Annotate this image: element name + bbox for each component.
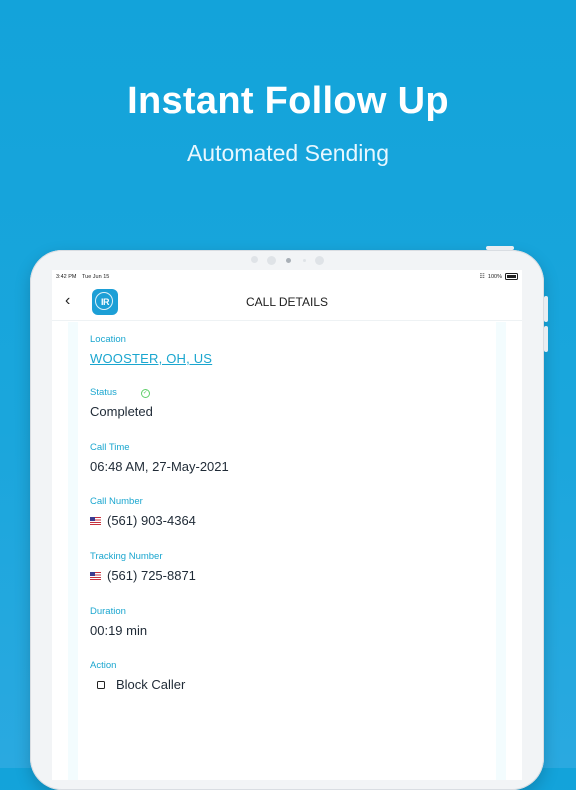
- location-link[interactable]: WOOSTER, OH, US: [90, 351, 212, 366]
- call-number-value: (561) 903-4364: [107, 513, 196, 528]
- sensor-icon: [315, 256, 324, 265]
- location-field: Location WOOSTER, OH, US: [90, 334, 212, 366]
- nav-bar: ‹ IR CALL DETAILS: [52, 284, 522, 321]
- call-number-field: Call Number (561) 903-4364: [90, 496, 196, 528]
- action-label: Action: [90, 660, 117, 671]
- status-bar: 3:42 PM Tue Jun 15 ☷ 100%: [52, 270, 522, 284]
- status-field: Status ✓ Completed: [90, 387, 153, 419]
- tracking-number-value: (561) 725-8871: [107, 568, 196, 583]
- battery-percent: 100%: [487, 273, 502, 280]
- location-label: Location: [90, 334, 126, 345]
- call-time-label: Call Time: [90, 442, 130, 453]
- hero-subtitle: Automated Sending: [186, 140, 390, 166]
- check-circle-icon: ✓: [140, 389, 150, 398]
- wifi-icon: ☷: [479, 274, 485, 280]
- call-number-row: (561) 903-4364: [90, 513, 196, 528]
- call-time-value: 06:48 AM, 27-May-2021: [90, 459, 229, 474]
- call-number-label: Call Number: [90, 496, 143, 507]
- block-caller-checkbox[interactable]: [97, 680, 105, 689]
- location-value: WOOSTER, OH, US: [90, 351, 212, 366]
- hero-title: Instant Follow Up: [127, 80, 449, 122]
- sensor-icon: [267, 256, 276, 265]
- tracking-number-row: (561) 725-8871: [90, 568, 196, 583]
- tracking-number-label: Tracking Number: [90, 551, 163, 562]
- tablet-top-button: [486, 246, 514, 250]
- status-value: Completed: [90, 404, 153, 419]
- tracking-number-field: Tracking Number (561) 725-8871: [90, 551, 196, 583]
- call-time-field: Call Time 06:48 AM, 27-May-2021: [90, 442, 229, 474]
- camera-row: [0, 256, 576, 266]
- status-time: 3:42 PM: [56, 274, 77, 280]
- action-field: Action Block Caller: [90, 660, 185, 692]
- tablet-volume-down-button: [544, 326, 548, 352]
- status-label: Status: [90, 387, 117, 398]
- block-caller-label[interactable]: Block Caller: [116, 677, 185, 692]
- status-right: ☷ 100%: [480, 273, 518, 280]
- status-label-row: Status ✓: [90, 387, 153, 398]
- us-flag-icon: [90, 571, 101, 580]
- page-title: CALL DETAILS: [245, 295, 329, 309]
- duration-value: 00:19 min: [90, 623, 148, 638]
- tablet-volume-up-button: [544, 296, 548, 322]
- status-date: Tue Jun 15: [82, 274, 110, 280]
- battery-icon: [505, 273, 518, 280]
- camera-icon: [286, 258, 291, 263]
- device-screen: 3:42 PM Tue Jun 15 ☷ 100% ‹ IR CALL DETA…: [52, 270, 522, 780]
- sensor-icon: [303, 259, 306, 262]
- duration-field: Duration 00:19 min: [90, 606, 147, 638]
- us-flag-icon: [90, 516, 101, 525]
- sensor-icon: [251, 256, 258, 263]
- block-caller-row[interactable]: Block Caller: [90, 677, 185, 692]
- duration-label: Duration: [90, 606, 126, 617]
